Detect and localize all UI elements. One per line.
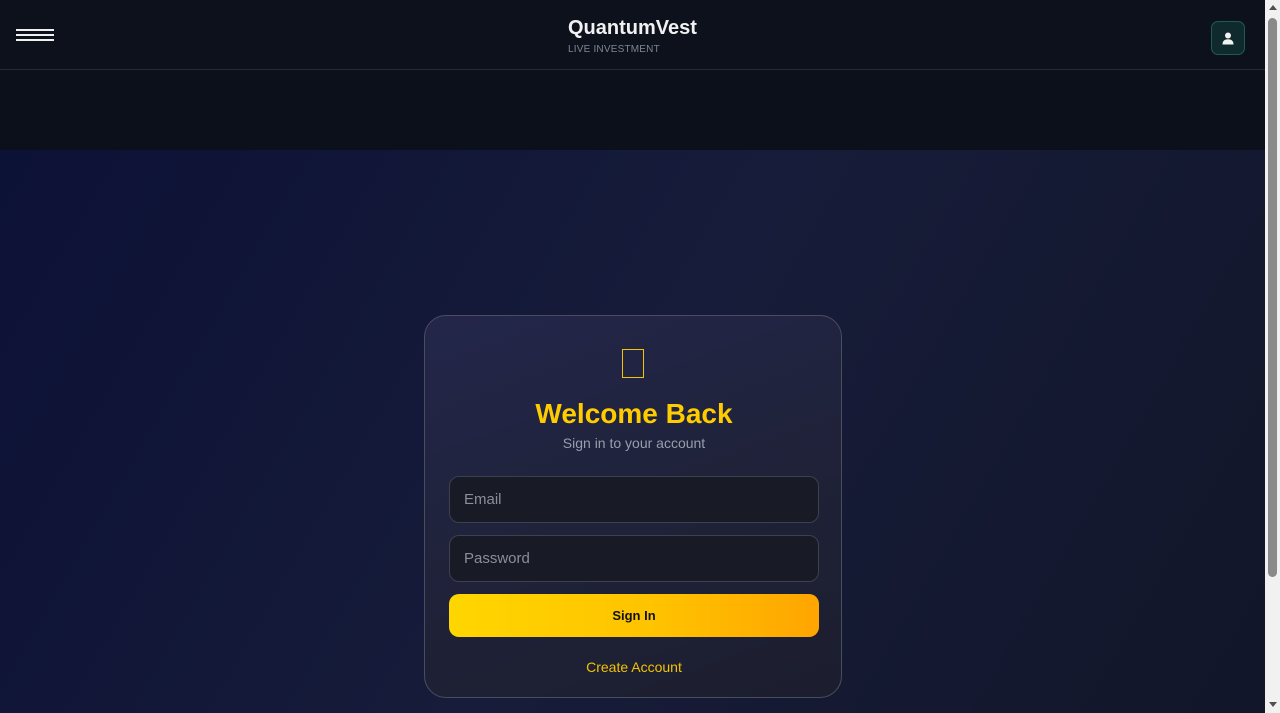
page: QuantumVest LIVE INVESTMENT Welcome Back… xyxy=(0,0,1265,713)
lock-icon xyxy=(622,349,644,378)
user-profile-button[interactable] xyxy=(1211,21,1245,55)
brand-subtitle: LIVE INVESTMENT xyxy=(568,44,660,55)
login-title: Welcome Back xyxy=(535,398,733,429)
scroll-down-arrow-icon[interactable] xyxy=(1269,702,1277,707)
vertical-scrollbar[interactable] xyxy=(1265,0,1280,713)
top-header: QuantumVest LIVE INVESTMENT xyxy=(0,0,1265,70)
brand: QuantumVest LIVE INVESTMENT xyxy=(568,16,697,55)
scroll-up-arrow-icon[interactable] xyxy=(1269,5,1277,10)
login-card: Welcome Back Sign in to your account Sig… xyxy=(424,315,842,698)
password-field[interactable] xyxy=(449,535,819,582)
email-field[interactable] xyxy=(449,476,819,523)
brand-title: QuantumVest xyxy=(568,17,697,39)
hamburger-icon-line xyxy=(16,29,54,31)
scrollbar-thumb[interactable] xyxy=(1268,18,1277,577)
menu-button[interactable] xyxy=(16,29,54,47)
hamburger-icon-line xyxy=(16,39,54,41)
create-account-link[interactable]: Create Account xyxy=(425,659,843,675)
login-subtitle: Sign in to your account xyxy=(562,435,706,451)
sign-in-button[interactable]: Sign In xyxy=(449,594,819,637)
header-strip xyxy=(0,71,1265,150)
user-icon xyxy=(1222,32,1234,44)
hamburger-icon-line xyxy=(16,34,54,36)
